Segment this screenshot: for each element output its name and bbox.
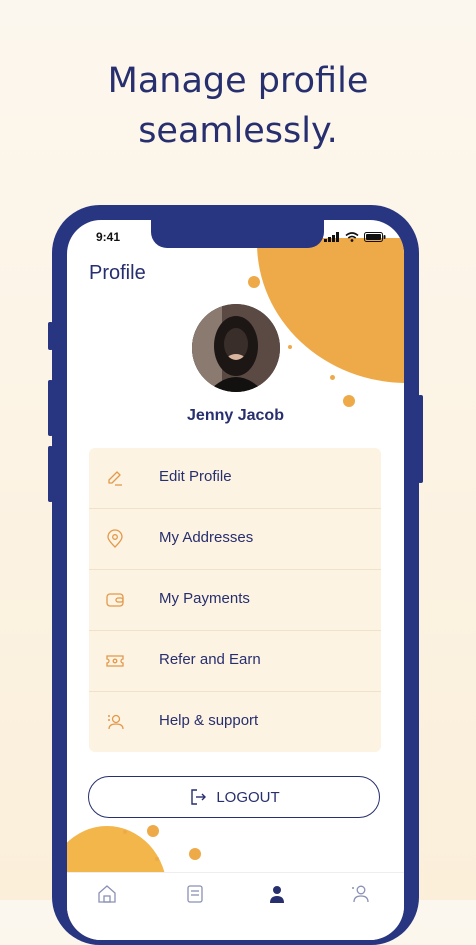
phone-side-button: [48, 446, 53, 502]
user-name: Jenny Jacob: [187, 407, 284, 424]
wifi-icon: [345, 232, 359, 242]
menu-item-my-payments[interactable]: My Payments: [89, 570, 381, 631]
wallet-icon: [106, 593, 124, 607]
logout-button[interactable]: LOGOUT: [88, 776, 380, 818]
decor-blob: [257, 238, 404, 383]
phone-side-button: [418, 395, 423, 483]
decor-dot: [123, 830, 127, 834]
decor-dot: [189, 848, 201, 860]
decor-dot: [155, 857, 159, 861]
phone-side-button: [48, 322, 53, 350]
menu-item-edit-profile[interactable]: Edit Profile: [89, 448, 381, 509]
signal-icon: [324, 232, 339, 242]
phone-side-button: [48, 380, 53, 436]
support-icon: [108, 714, 124, 730]
menu-item-label: My Addresses: [159, 529, 254, 546]
decor-dot: [343, 395, 355, 407]
nav-profile-icon[interactable]: [266, 883, 288, 905]
avatar[interactable]: [192, 304, 280, 392]
menu-item-label: My Payments: [159, 590, 250, 607]
page-title: Profile: [89, 262, 146, 284]
status-time: 9:41: [96, 230, 121, 244]
menu-item-help-support[interactable]: Help & support: [89, 692, 381, 752]
menu-item-label: Help & support: [159, 712, 259, 729]
headline: Manage profile seamlessly.: [0, 56, 476, 156]
profile-menu: Edit Profile My Addresses My Payments Re…: [89, 448, 381, 752]
menu-item-refer-and-earn[interactable]: Refer and Earn: [89, 631, 381, 692]
location-pin-icon: [107, 529, 123, 548]
decor-dot: [330, 375, 335, 380]
bottom-nav: [67, 872, 404, 940]
headline-line-1: Manage profile: [107, 61, 369, 101]
menu-item-label: Refer and Earn: [159, 651, 261, 668]
nav-home-icon[interactable]: [96, 883, 118, 905]
avatar-photo: [192, 304, 280, 392]
headline-line-2: seamlessly.: [138, 111, 338, 151]
decor-dot: [288, 345, 292, 349]
status-icons: [324, 232, 386, 242]
nav-orders-icon[interactable]: [184, 883, 206, 905]
decor-dot: [147, 825, 159, 837]
phone-screen: 9:41 Profile Jenny Jacob Edit Profile My…: [67, 220, 404, 940]
decor-dot: [248, 276, 260, 288]
logout-icon: [191, 789, 207, 805]
ticket-icon: [106, 655, 124, 667]
menu-item-label: Edit Profile: [159, 468, 232, 485]
logout-label: LOGOUT: [216, 788, 280, 806]
edit-icon: [108, 471, 122, 486]
menu-item-my-addresses[interactable]: My Addresses: [89, 509, 381, 570]
nav-account-icon[interactable]: [349, 883, 371, 905]
battery-icon: [364, 232, 386, 242]
phone-notch: [151, 220, 324, 248]
